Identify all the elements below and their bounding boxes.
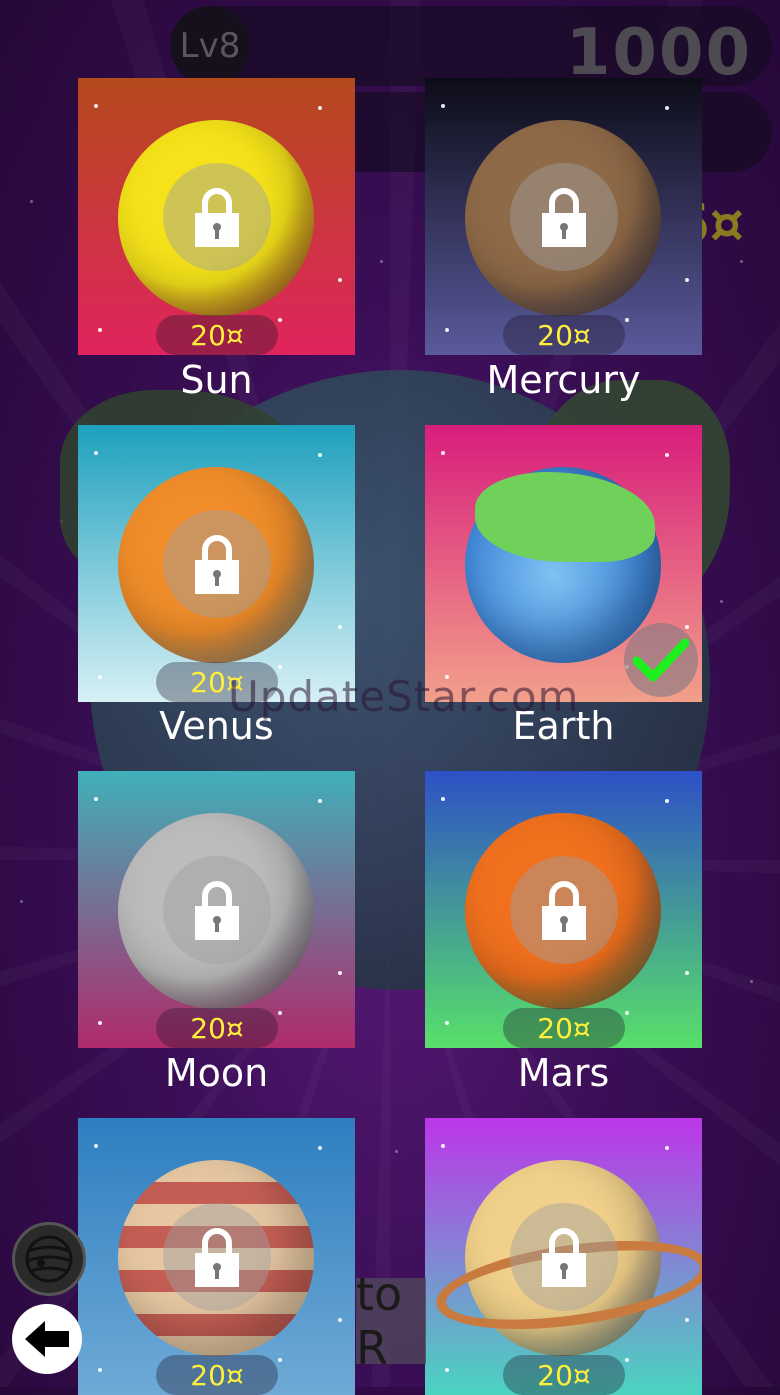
lock-overlay bbox=[510, 856, 618, 964]
sparkle bbox=[98, 675, 102, 679]
sparkle bbox=[98, 1021, 102, 1025]
planet-card[interactable]: 20¤ bbox=[78, 771, 355, 1048]
score-bar: 1000 bbox=[170, 6, 772, 90]
lock-icon bbox=[542, 1228, 586, 1287]
planet-name: Moon bbox=[164, 1051, 269, 1095]
lock-icon bbox=[195, 535, 239, 594]
lock-icon bbox=[195, 1228, 239, 1287]
watermark-text: UpdateStar.com bbox=[228, 672, 580, 721]
sparkle bbox=[318, 1146, 322, 1150]
price-tag: 20¤ bbox=[503, 315, 625, 355]
sparkle bbox=[445, 328, 449, 332]
sparkle bbox=[278, 665, 282, 669]
lock-icon bbox=[195, 881, 239, 940]
sparkle bbox=[685, 625, 689, 629]
sparkle bbox=[665, 453, 669, 457]
lock-icon bbox=[542, 188, 586, 247]
sparkle bbox=[338, 625, 342, 629]
lock-icon bbox=[195, 188, 239, 247]
sparkle bbox=[278, 1011, 282, 1015]
lock-overlay bbox=[163, 163, 271, 271]
sparkle bbox=[98, 1368, 102, 1372]
price-tag: 20¤ bbox=[503, 1355, 625, 1395]
planet-card[interactable]: 20¤ bbox=[78, 425, 355, 702]
sparkle bbox=[94, 797, 98, 801]
sparkle bbox=[625, 318, 629, 322]
sparkle bbox=[94, 1144, 98, 1148]
sparkle bbox=[685, 278, 689, 282]
sparkle bbox=[338, 971, 342, 975]
sparkle bbox=[318, 799, 322, 803]
lock-overlay bbox=[163, 510, 271, 618]
bottom-action-label: to R bbox=[356, 1278, 403, 1364]
bottom-action-button[interactable]: to R bbox=[356, 1278, 426, 1364]
sparkle bbox=[685, 1318, 689, 1322]
sparkle bbox=[338, 1318, 342, 1322]
sparkle bbox=[625, 1011, 629, 1015]
level-badge: Lv8 bbox=[170, 6, 250, 86]
planet-menu-glyph bbox=[25, 1235, 73, 1283]
planet-card[interactable]: 20¤ bbox=[425, 1118, 702, 1395]
sparkle bbox=[278, 1358, 282, 1362]
planet-card[interactable]: 20¤ bbox=[425, 771, 702, 1048]
sparkle bbox=[441, 797, 445, 801]
planet-name: Mercury bbox=[486, 358, 641, 402]
lock-overlay bbox=[510, 163, 618, 271]
lock-overlay bbox=[163, 1203, 271, 1311]
price-tag: 20¤ bbox=[156, 1008, 278, 1048]
price-tag: 20¤ bbox=[156, 1355, 278, 1395]
planet-card[interactable] bbox=[425, 425, 702, 702]
sparkle bbox=[441, 451, 445, 455]
price-tag: 20¤ bbox=[503, 1008, 625, 1048]
checkmark-glyph bbox=[633, 638, 689, 682]
sparkle bbox=[278, 318, 282, 322]
lock-icon bbox=[542, 881, 586, 940]
sparkle bbox=[94, 104, 98, 108]
sparkle bbox=[665, 1146, 669, 1150]
planet-name: Mars bbox=[517, 1051, 610, 1095]
planet-name: Sun bbox=[180, 358, 253, 402]
planet-menu-icon[interactable] bbox=[12, 1222, 86, 1296]
price-tag: 20¤ bbox=[156, 315, 278, 355]
planet-card[interactable]: 20¤ bbox=[425, 78, 702, 355]
planet-card[interactable]: 20¤ bbox=[78, 1118, 355, 1395]
lock-overlay bbox=[510, 1203, 618, 1311]
sparkle bbox=[338, 278, 342, 282]
sparkle bbox=[441, 104, 445, 108]
sparkle bbox=[445, 1368, 449, 1372]
back-arrow-icon bbox=[25, 1321, 69, 1357]
back-button[interactable] bbox=[12, 1304, 82, 1374]
sparkle bbox=[318, 453, 322, 457]
lock-overlay bbox=[163, 856, 271, 964]
sparkle bbox=[665, 106, 669, 110]
sparkle bbox=[625, 1358, 629, 1362]
sparkle bbox=[441, 1144, 445, 1148]
planet-image bbox=[465, 467, 661, 663]
planet-card[interactable]: 20¤ bbox=[78, 78, 355, 355]
sparkle bbox=[98, 328, 102, 332]
sparkle bbox=[318, 106, 322, 110]
sparkle bbox=[94, 451, 98, 455]
sparkle bbox=[445, 1021, 449, 1025]
checkmark-icon bbox=[624, 623, 698, 697]
planet-land bbox=[475, 472, 655, 562]
sparkle bbox=[685, 971, 689, 975]
sparkle bbox=[665, 799, 669, 803]
